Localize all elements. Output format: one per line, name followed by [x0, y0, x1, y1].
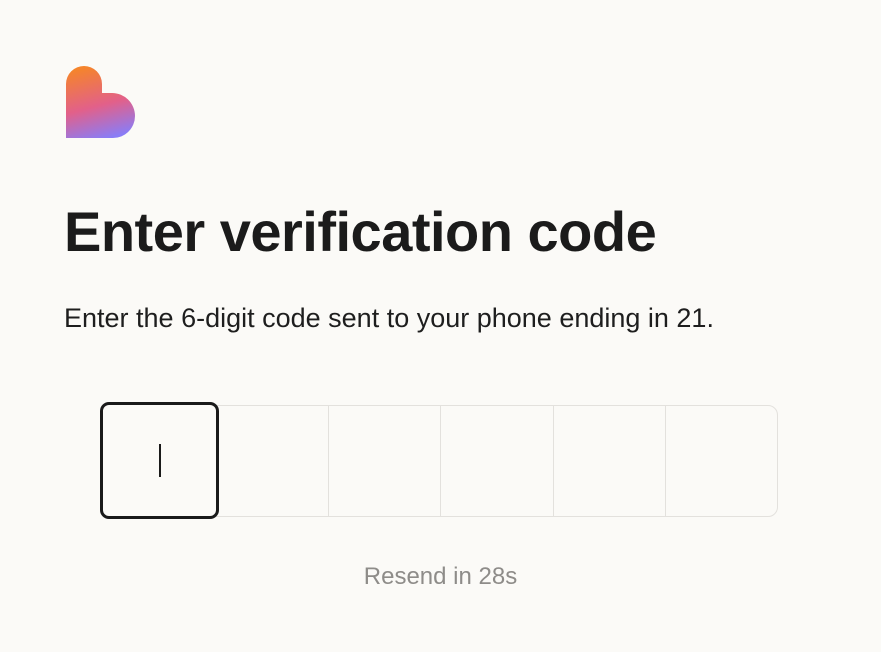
page-title: Enter verification code	[64, 200, 657, 263]
verification-code-input-group	[100, 402, 778, 519]
verification-page: Enter verification code Enter the 6-digi…	[0, 0, 881, 652]
code-digit-1-input[interactable]	[100, 402, 219, 519]
page-subtitle: Enter the 6-digit code sent to your phon…	[64, 303, 714, 333]
code-digit-4-input[interactable]	[440, 406, 552, 516]
code-digit-2-input[interactable]	[216, 406, 328, 516]
code-digit-3-input[interactable]	[328, 406, 440, 516]
code-digit-6-input[interactable]	[664, 406, 777, 516]
heart-logo-icon	[66, 66, 135, 138]
resend-countdown: Resend in 28s	[363, 563, 518, 590]
text-caret	[159, 444, 161, 477]
code-digit-5-input[interactable]	[552, 406, 665, 516]
